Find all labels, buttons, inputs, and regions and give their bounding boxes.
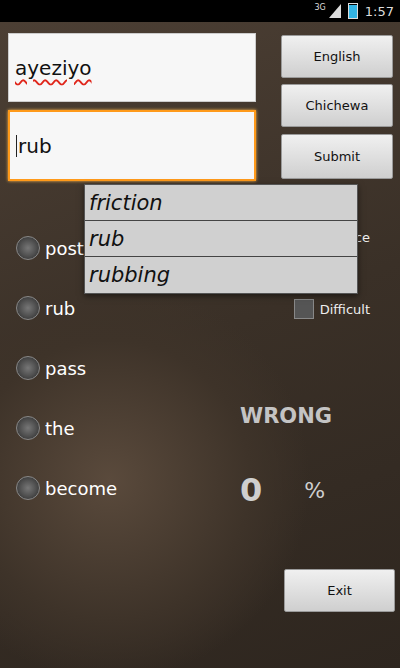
clock: 1:57	[365, 4, 394, 19]
radio-icon	[16, 296, 40, 320]
score: 0%	[240, 470, 400, 510]
action-button[interactable]: English	[281, 35, 393, 78]
radio-icon	[16, 416, 40, 440]
exit-button[interactable]: Exit	[284, 569, 395, 612]
input-area: ayeziyo rub English Chichewa Submit	[0, 22, 400, 181]
suggestion-item[interactable]: friction	[85, 185, 357, 221]
radio-icon	[16, 236, 40, 260]
text-field[interactable]: ayeziyo	[8, 33, 256, 102]
checkbox-option[interactable]: Difficult	[240, 288, 400, 330]
radio-icon	[16, 476, 40, 500]
battery-icon	[348, 3, 358, 19]
action-button[interactable]: Chichewa	[281, 84, 393, 127]
signal-icon	[329, 4, 341, 18]
network-label: 3G	[315, 3, 326, 12]
text-field[interactable]: rub	[8, 110, 256, 181]
radio-option[interactable]: the	[16, 398, 240, 458]
suggestion-item[interactable]: rub	[85, 221, 357, 257]
action-button[interactable]: Submit	[281, 134, 393, 179]
radio-option[interactable]: become	[16, 458, 240, 518]
radio-icon	[16, 356, 40, 380]
result-label: WRONG	[240, 400, 400, 432]
autocomplete-menu: frictionrubrubbing	[84, 184, 358, 294]
checkbox-icon	[294, 299, 314, 319]
status-bar: 3G 1:57	[0, 0, 400, 22]
suggestion-item[interactable]: rubbing	[85, 257, 357, 293]
text-caret	[16, 135, 17, 157]
radio-option[interactable]: pass	[16, 338, 240, 398]
screen: 3G1:57ayeziyorubEnglishChichewaSubmitpos…	[0, 0, 400, 668]
